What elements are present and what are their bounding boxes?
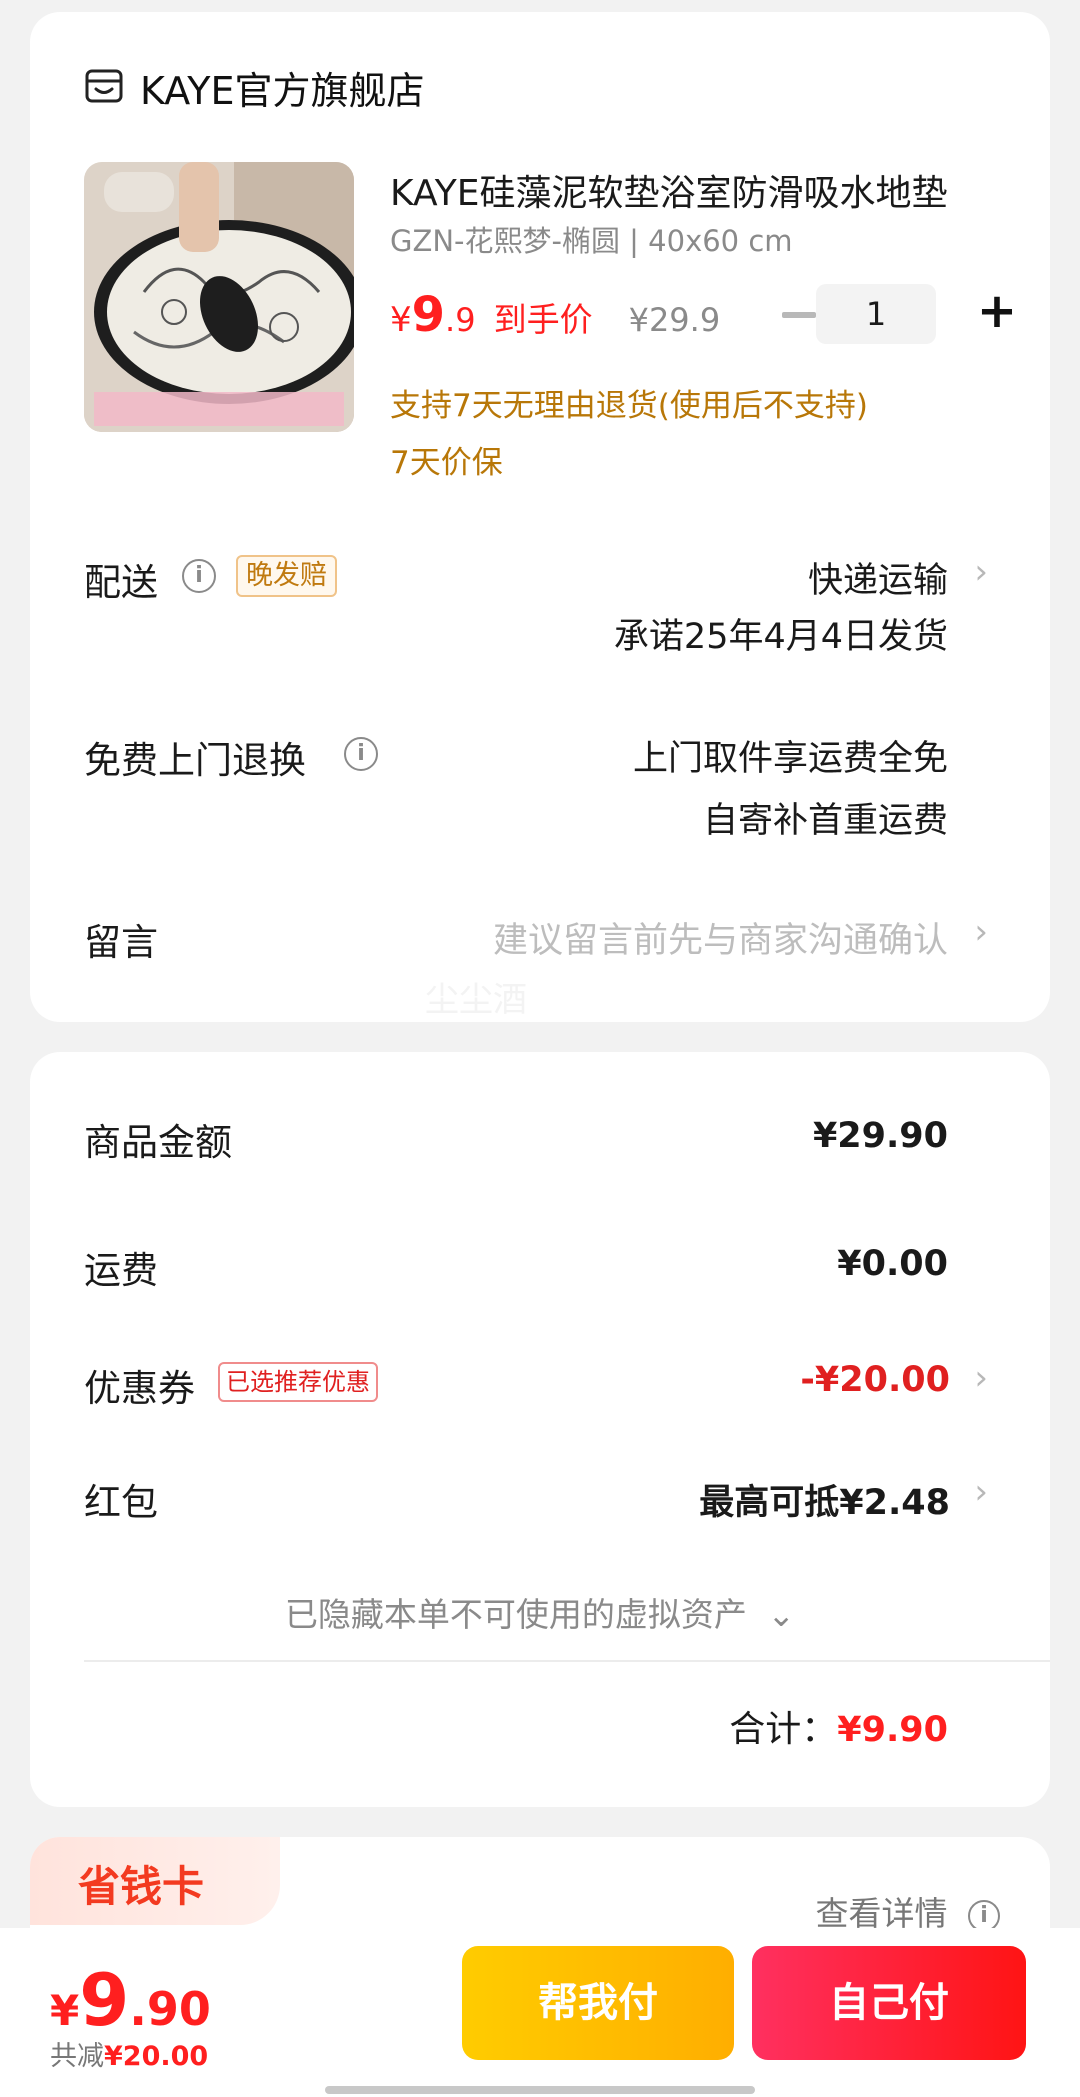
red-packet-chevron-icon[interactable]: › [974,1472,988,1512]
divider [84,1660,1050,1662]
total-label: 合计： [729,1709,838,1750]
price-tag: 到手价 [493,300,593,339]
coupon-badge: 已选推荐优惠 [218,1362,378,1402]
freight-label: 运费 [84,1249,158,1292]
shipping-method[interactable]: 快递运输 [808,552,948,603]
order-total: 合计：¥9.90 [729,1700,948,1752]
service-price-protect: 7天价保 [390,445,503,481]
return-line-2: 自寄补首重运费 [702,801,948,841]
store-icon [85,69,123,103]
shipping-label: 配送 [84,561,158,604]
home-indicator[interactable] [325,2086,755,2094]
self-pay-button[interactable]: 自己付 [752,1946,1026,2060]
product-title[interactable]: KAYE硅藻泥软垫浴室防滑吸水地垫 [390,164,990,216]
checkout-price-integer: 9 [79,1958,130,2042]
order-item-card: KAYE官方旗舰店 KAYE硅藻泥软垫浴室防滑吸水地垫 GZN-花熙梦-椭圆 |… [30,12,1050,1022]
total-value: ¥9.90 [837,1710,948,1750]
price-integer: 9 [411,287,446,343]
saved-value: ¥20.00 [104,2041,209,2072]
save-card-title: 省钱卡 [78,1862,205,1911]
freight-value: ¥0.00 [837,1244,948,1284]
service-return: 支持7天无理由退货(使用后不支持) [390,388,868,424]
message-chevron-icon[interactable]: › [974,912,988,952]
hidden-assets-text: 已隐藏本单不可使用的虚拟资产 [284,1595,747,1634]
message-input[interactable]: 建议留言前先与商家沟通确认 [493,912,948,963]
message-label: 留言 [84,921,158,964]
help-pay-button[interactable]: 帮我付 [462,1946,734,2060]
goods-amount-value: ¥29.90 [812,1116,948,1156]
coupon-label: 优惠券 [84,1367,195,1410]
details-info-icon: i [968,1899,1000,1932]
red-packet-label: 红包 [84,1481,158,1524]
quantity-input[interactable]: 1 [816,284,936,344]
shipping-info-icon[interactable]: i [182,559,216,593]
checkout-saved: 共减¥20.00 [50,2034,208,2073]
price-decimal: .9 [445,301,476,339]
checkout-price-decimal: .90 [129,1982,211,2036]
product-spec[interactable]: GZN-花熙梦-椭圆 | 40x60 cm [390,218,793,260]
return-service-label: 免费上门退换 [84,739,306,782]
product-price: ¥ 9 .9 到手价 ¥29.9 [390,287,720,343]
product-image[interactable] [84,162,354,432]
price-symbol: ¥ [390,300,412,340]
hidden-assets-toggle[interactable]: 已隐藏本单不可使用的虚拟资产 ⌄ [30,1588,1050,1636]
original-price: ¥29.9 [628,301,721,339]
quantity-plus-button[interactable]: + [972,286,1022,336]
checkout-bar: ¥ 9 .90 共减¥20.00 帮我付 自己付 [0,1928,1080,2097]
price-summary-card: 商品金额 ¥29.90 运费 ¥0.00 优惠券 已选推荐优惠 -¥20.00 … [30,1052,1050,1807]
coupon-value[interactable]: -¥20.00 [800,1360,950,1400]
watermark-text: 尘尘酒 [425,980,527,1020]
shipping-promise: 承诺25年4月4日发货 [613,617,948,657]
goods-amount-label: 商品金额 [84,1121,232,1164]
late-compensation-badge: 晚发赔 [236,555,337,597]
return-info-icon[interactable]: i [344,737,378,771]
store-name[interactable]: KAYE官方旗舰店 [140,60,425,115]
checkout-price-symbol: ¥ [50,1986,80,2035]
checkout-price: ¥ 9 .90 [50,1958,211,2042]
red-packet-value[interactable]: 最高可抵¥2.48 [699,1474,950,1525]
return-line-1: 上门取件享运费全免 [632,739,948,779]
quantity-minus-button[interactable] [782,312,816,318]
chevron-down-icon: ⌄ [767,1595,796,1634]
coupon-chevron-icon[interactable]: › [974,1358,988,1398]
shipping-chevron-icon[interactable]: › [974,552,988,592]
saved-label: 共减 [50,2041,104,2072]
